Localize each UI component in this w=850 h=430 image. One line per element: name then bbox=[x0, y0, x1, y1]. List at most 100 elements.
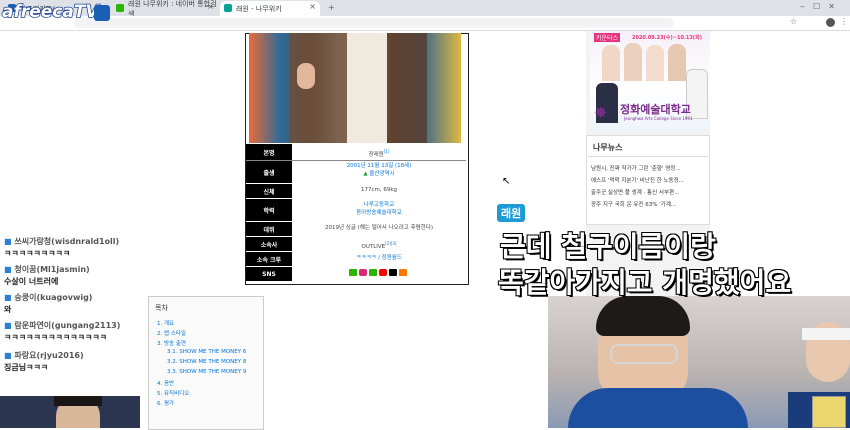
infobox-divider bbox=[246, 144, 466, 161]
glasses bbox=[610, 344, 678, 364]
value-body: 177cm, 69kg bbox=[360, 187, 398, 193]
afreecatv-logo: afreecaTV bbox=[1, 1, 112, 26]
url-field[interactable] bbox=[74, 18, 674, 28]
toc-item[interactable]: 6. 평가 bbox=[157, 399, 174, 407]
viewer-badge-icon: ■ bbox=[4, 265, 12, 274]
hand bbox=[297, 63, 315, 89]
chat-text: 수살이 너트러에 bbox=[4, 277, 59, 286]
viewer-badge-icon: ■ bbox=[4, 321, 12, 330]
toc-title: 목차 bbox=[155, 304, 168, 312]
value-crew[interactable]: ㅋㅋㅋㅋ / 정원월드 bbox=[294, 255, 464, 262]
agency-name[interactable]: OUTLIVE bbox=[362, 244, 386, 250]
model-figure bbox=[602, 45, 620, 81]
namuwiki-favicon-icon bbox=[224, 4, 232, 12]
label-crew: 소속 크루 bbox=[246, 252, 292, 266]
news-item[interactable]: 남원시, 진짜 작가가 그린 '춘향' 영정... bbox=[591, 164, 681, 172]
instagram-icon[interactable] bbox=[359, 269, 367, 276]
table-of-contents: 목차 1. 개요 2. 랩 스타일 3. 방송 출연 3.1. SHOW ME … bbox=[148, 296, 264, 430]
viewer-badge-icon: ■ bbox=[4, 237, 12, 246]
logo-text: afreecaTV bbox=[1, 1, 99, 23]
viewer-badge-icon: ■ bbox=[4, 293, 12, 302]
news-divider bbox=[587, 156, 709, 157]
model-figure bbox=[668, 44, 686, 81]
streamer-webcam bbox=[548, 296, 850, 428]
channel-badge-icon bbox=[94, 5, 110, 21]
news-item[interactable]: 광주 지구 국회 운 유진 63% '가계... bbox=[591, 200, 676, 208]
chat-nick[interactable]: 청이꿈(Ml1jasmin) bbox=[14, 265, 89, 274]
model-figure bbox=[624, 43, 642, 81]
value-highschool[interactable]: 나루고등학교 bbox=[294, 202, 464, 209]
label-debut: 데뷔 bbox=[246, 222, 292, 236]
news-item[interactable]: 에스프 '먹먹 지분기' 비난진 한 노동정... bbox=[591, 176, 684, 184]
toc-item[interactable]: 2. 랩 스타일 bbox=[157, 329, 186, 337]
chat-nick[interactable]: 쓰씨가랑청(wisdnrald1oll) bbox=[14, 237, 119, 246]
chat-message: ■ 숭쿵이(kuagovwig) bbox=[4, 292, 92, 303]
label-birth: 출생 bbox=[246, 161, 292, 183]
new-tab-button[interactable]: + bbox=[328, 3, 335, 12]
artist-photo bbox=[249, 33, 461, 143]
shirt bbox=[347, 33, 387, 143]
model-figure bbox=[646, 45, 664, 81]
tab-naver-search[interactable]: 래원 나무위키 : 네이버 통합검색 × bbox=[112, 0, 218, 18]
label-agency: 소속사 bbox=[246, 237, 292, 251]
label-sns: SNS bbox=[246, 267, 292, 281]
chat-nick[interactable]: 숭쿵이(kuagovwig) bbox=[14, 293, 92, 302]
live-chat: ■ 쓰씨가랑청(wisdnrald1oll) ㅋㅋㅋㅋㅋㅋㅋㅋㅋ ■ 청이꿈(M… bbox=[0, 232, 150, 392]
toc-item[interactable]: 1. 개요 bbox=[157, 319, 174, 327]
person-hair bbox=[54, 396, 102, 406]
subtitle-caption: 근데 철구이름이랑 똑같아가지고 개명했어요 bbox=[497, 225, 850, 305]
subtitle-line-1: 근데 철구이름이랑 bbox=[499, 229, 717, 264]
value-birth-date[interactable]: 2001년 11월 13일 (18세) bbox=[294, 163, 464, 170]
namu-news-box: 나무뉴스 남원시, 진짜 작가가 그린 '춘향' 영정... 에스프 '먹먹 지… bbox=[586, 135, 710, 225]
toc-item[interactable]: 4. 음반 bbox=[157, 379, 174, 387]
menu-icon[interactable]: ⋮ bbox=[840, 17, 848, 26]
chat-message: ■ 쓰씨가랑청(wisdnrald1oll) bbox=[4, 236, 119, 247]
chat-text: ㅋㅋㅋㅋㅋㅋㅋㅋㅋ bbox=[4, 249, 71, 258]
ad-school-name: 정화예술대학교 bbox=[620, 103, 691, 116]
toc-item[interactable]: 3.3. SHOW ME THE MONEY 9 bbox=[167, 369, 246, 375]
chat-text: ㅋㅋㅋㅋㅋㅋㅋㅋㅋㅋㅋㅋㅋㅋ bbox=[4, 333, 108, 342]
jacket-left bbox=[289, 33, 347, 143]
naver-icon[interactable] bbox=[349, 269, 357, 276]
guest-camera-thumbnail bbox=[812, 396, 846, 428]
news-item[interactable]: 출주군 실상면 플 생계 · 통신 서부편... bbox=[591, 188, 679, 196]
star-icon[interactable]: ☆ bbox=[790, 17, 797, 26]
secondary-camera bbox=[0, 396, 140, 428]
ad-date: 2020.09.23(수)~10.13(화) bbox=[632, 35, 702, 41]
news-title: 나무뉴스 bbox=[593, 143, 623, 152]
toc-item[interactable]: 3. 방송 출연 bbox=[157, 339, 186, 347]
chat-nick[interactable]: 파랑요(rjyu2016) bbox=[14, 351, 83, 360]
close-tab-icon[interactable]: × bbox=[207, 2, 214, 11]
ref-2-3[interactable]: [2][3] bbox=[385, 241, 396, 246]
tab-namuwiki[interactable]: 래원 - 나무위키 × bbox=[220, 1, 320, 16]
chat-message: ■ 파랑요(rjyu2016) bbox=[4, 350, 84, 361]
headband bbox=[802, 328, 850, 340]
speaker-tag: 래원 bbox=[497, 204, 526, 222]
value-university[interactable]: 동아방송예술대학교 bbox=[294, 210, 464, 217]
jacket-right bbox=[387, 33, 427, 143]
youtube-icon[interactable] bbox=[379, 269, 387, 276]
chat-text: 징금님ㅋㅋㅋ bbox=[4, 363, 49, 372]
profile-avatar[interactable] bbox=[826, 18, 835, 27]
ad-school-english: Jeonghwa Arts College Since 1991 bbox=[624, 116, 693, 121]
streamer-shirt bbox=[568, 388, 748, 428]
chat-message: ■ 청이꿈(Ml1jasmin) bbox=[4, 264, 90, 275]
chat-message: ■ 람운파연이(gungang2113) bbox=[4, 320, 120, 331]
birthplace[interactable]: 울산광역시 bbox=[369, 171, 394, 177]
toc-item[interactable]: 5. 뮤직비디오 bbox=[157, 389, 189, 397]
vlive-icon[interactable] bbox=[369, 269, 377, 276]
soundcloud-icon[interactable] bbox=[399, 269, 407, 276]
toc-item[interactable]: 3.2. SHOW ME THE MONEY 8 bbox=[167, 359, 246, 365]
value-debut: 2019년 싱글 (해는 떨어서 나오려고 후렴한다) bbox=[325, 225, 433, 231]
value-agency: OUTLIVE[2][3] bbox=[294, 240, 464, 251]
toc-item[interactable]: 3.1. SHOW ME THE MONEY 6 bbox=[167, 349, 246, 355]
flag-icon: ▲ bbox=[363, 171, 368, 177]
close-tab-icon[interactable]: × bbox=[309, 2, 316, 11]
school-emblem-icon: ✸ bbox=[594, 103, 608, 122]
value-birthplace[interactable]: ▲ 울산광역시 bbox=[294, 171, 464, 178]
ad-banner[interactable]: 카운터스 2020.09.23(수)~10.13(화) ✸ 정화예술대학교 Je… bbox=[590, 31, 710, 131]
window-controls[interactable]: ‒☐✕ bbox=[800, 2, 843, 11]
subtitle-line-2: 똑같아가지고 개명했어요 bbox=[497, 265, 792, 300]
melon-icon[interactable] bbox=[389, 269, 397, 276]
chat-nick[interactable]: 람운파연이(gungang2113) bbox=[14, 321, 120, 330]
